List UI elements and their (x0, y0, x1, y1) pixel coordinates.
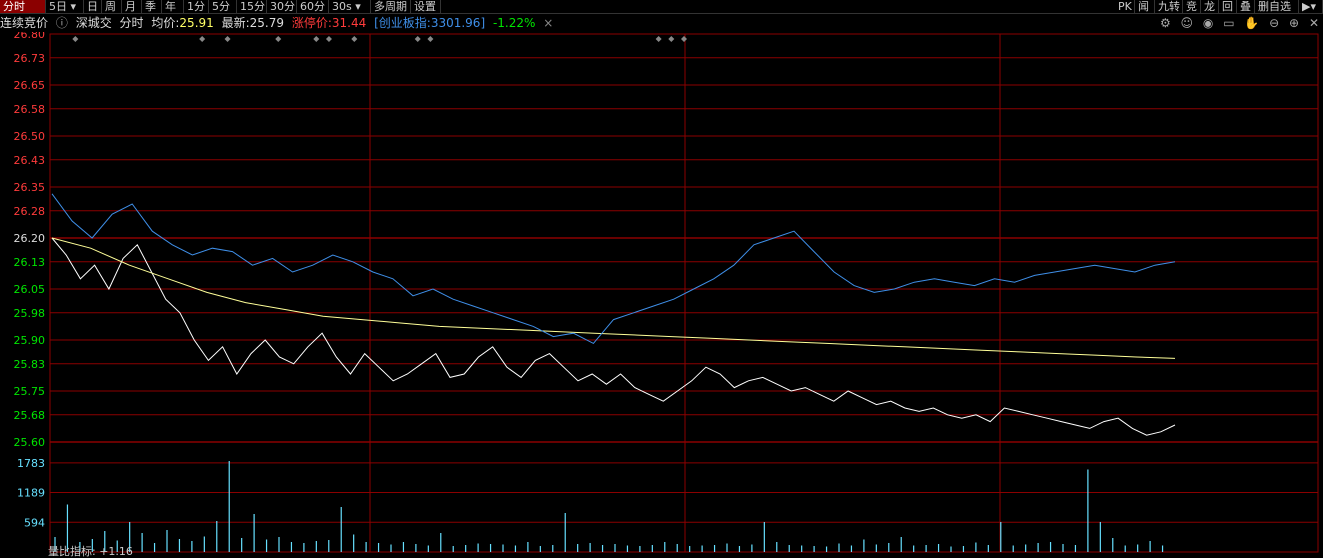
period-tab-8[interactable]: 5分 (209, 0, 237, 13)
volume-tick-label: 1783 (17, 457, 45, 470)
price-tick-label: 26.43 (14, 154, 46, 167)
price-tick-label: 26.28 (14, 205, 46, 218)
volume-ratio-label: 量比指标: +1.16 (48, 545, 133, 558)
info-bar: 连续竞价 ⓘ 深城交 分时 均价:25.91 最新:25.79 涨停价:31.4… (0, 14, 557, 32)
index-label[interactable]: 创业板指: (379, 16, 431, 30)
hand-icon[interactable]: ✋ (1244, 16, 1259, 30)
eye-icon[interactable]: ◉ (1203, 16, 1213, 30)
smile-icon[interactable]: ☺ (1181, 16, 1194, 30)
tool-tab-2[interactable]: 九转 (1155, 0, 1183, 13)
tool-tab-7[interactable]: 删自选 (1255, 0, 1299, 13)
close-panel-icon[interactable]: ✕ (1309, 16, 1319, 30)
event-marker (199, 36, 206, 42)
tool-tab-0[interactable]: PK (1115, 0, 1135, 13)
zoom-out-icon[interactable]: ⊖ (1269, 16, 1279, 30)
chart-tools: ⚙ ☺ ◉ ▭ ✋ ⊖ ⊕ ✕ (1154, 14, 1319, 32)
menu-icon[interactable]: ▶▾ (1299, 0, 1323, 13)
price-tick-label: 25.83 (14, 358, 46, 371)
event-marker (313, 36, 320, 42)
limit-value: 31.44 (331, 16, 367, 30)
period-tab-5[interactable]: 季 (142, 0, 162, 13)
price-tick-label: 26.35 (14, 181, 46, 194)
period-tab-7[interactable]: 1分 (184, 0, 209, 13)
latest-value: 25.79 (249, 16, 285, 30)
volume-tick-label: 594 (24, 516, 45, 529)
event-marker (275, 36, 282, 42)
chat-icon[interactable]: ▭ (1223, 16, 1234, 30)
event-marker (655, 36, 662, 42)
avg-value: 25.91 (179, 16, 214, 30)
event-marker (427, 36, 434, 42)
volume-tick-label: 1189 (17, 487, 45, 500)
price-tick-label: 25.98 (14, 307, 46, 320)
bracket-close: ] (480, 16, 486, 30)
price-tick-label: 25.90 (14, 334, 46, 347)
event-marker (414, 36, 421, 42)
price-line (51, 237, 1176, 436)
auction-status: 连续竞价 (0, 16, 49, 30)
chart-frame (49, 33, 1319, 553)
tool-tab-6[interactable]: 叠 (1237, 0, 1255, 13)
price-tick-label: 26.65 (14, 79, 46, 92)
mode-label: 分时 (119, 16, 144, 30)
period-tab-9[interactable]: 15分 (237, 0, 267, 13)
period-tab-13[interactable]: 多周期 (371, 0, 411, 13)
period-tab-11[interactable]: 60分 (297, 0, 329, 13)
tool-tab-3[interactable]: 竞 (1183, 0, 1201, 13)
price-tick-label: 26.73 (14, 52, 46, 65)
period-tab-2[interactable]: 日 (84, 0, 102, 13)
index-value: 3301.96 (430, 16, 481, 30)
info-icon[interactable]: ⓘ (56, 16, 68, 30)
period-tab-10[interactable]: 30分 (267, 0, 297, 13)
tool-tab-4[interactable]: 龙 (1201, 0, 1219, 13)
latest-label: 最新: (221, 16, 250, 30)
event-marker (325, 36, 332, 42)
intraday-chart[interactable]: 26.80 26.73 26.65 26.58 26.50 26.43 26.35 26.28… (0, 32, 1323, 557)
price-tick-label: 26.58 (14, 103, 46, 116)
price-tick-label: 25.60 (14, 436, 46, 449)
price-tick-label: 26.05 (14, 283, 46, 296)
event-marker (668, 36, 675, 42)
event-marker (72, 36, 79, 42)
zoom-in-icon[interactable]: ⊕ (1289, 16, 1299, 30)
price-tick-label: 26.80 (14, 32, 46, 41)
event-marker (224, 36, 231, 42)
avg-label: 均价: (151, 16, 180, 30)
event-marker (351, 36, 358, 42)
event-marker (681, 36, 687, 42)
period-tab-6[interactable]: 年 (162, 0, 184, 13)
period-tab-0[interactable]: 分时 (0, 0, 46, 13)
period-tab-14[interactable]: 设置 (411, 0, 441, 13)
price-tick-label: 25.68 (14, 409, 46, 422)
settings-icon[interactable]: ⚙ (1160, 16, 1171, 30)
limit-label: 涨停价: (291, 16, 332, 30)
price-tick-label: 25.75 (14, 385, 46, 398)
period-tab-12[interactable]: 30s ▾ (329, 0, 371, 13)
tool-tab-5[interactable]: 回 (1219, 0, 1237, 13)
period-tab-3[interactable]: 周 (102, 0, 122, 13)
close-icon[interactable]: × (543, 16, 553, 30)
price-tick-label: 26.13 (14, 256, 46, 269)
tool-tab-1[interactable]: 闻 (1135, 0, 1155, 13)
period-tab-1[interactable]: 5日 ▾ (46, 0, 84, 13)
period-toolbar: 分时 5日 ▾ 日周月季年 1分 5分 15分 30分 60分 30s ▾ 多周期 设置 PK 闻九转竞… (0, 0, 1323, 14)
index-change: -1.22% (492, 16, 536, 30)
period-tab-4[interactable]: 月 (122, 0, 142, 13)
index-line (51, 193, 1176, 345)
price-tick-label: 26.20 (14, 232, 46, 245)
stock-name[interactable]: 深城交 (76, 16, 112, 30)
price-tick-label: 26.50 (14, 130, 46, 143)
